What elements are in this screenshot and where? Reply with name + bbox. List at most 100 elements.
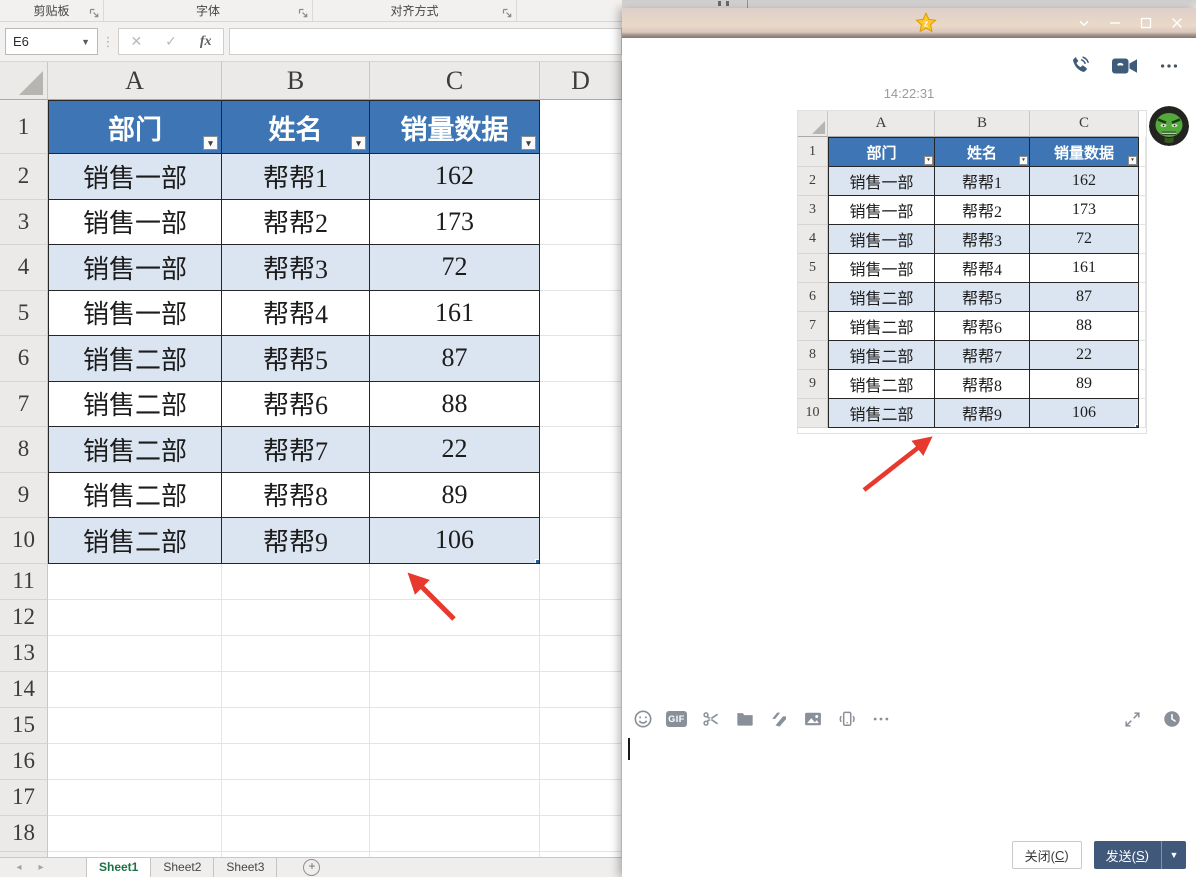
cell[interactable] (370, 635, 540, 672)
video-call-icon[interactable] (1111, 56, 1138, 81)
cell[interactable] (540, 100, 622, 154)
cell[interactable] (1139, 341, 1146, 370)
toolbar-more-icon[interactable] (870, 709, 891, 730)
cell[interactable]: 帮帮6 (222, 381, 370, 427)
cell[interactable] (370, 671, 540, 708)
row-header-1[interactable]: 1 (0, 100, 48, 154)
cell[interactable]: 姓名 ▾ (935, 137, 1030, 167)
filter-button[interactable]: ▾ (203, 136, 218, 150)
row-header-8[interactable]: 8 (0, 427, 48, 473)
window-shake-icon[interactable] (836, 709, 857, 730)
cell[interactable]: 帮帮1 (222, 154, 370, 200)
cell[interactable]: 162 (1030, 167, 1139, 196)
cell[interactable] (1139, 137, 1146, 167)
cell[interactable]: 88 (370, 381, 540, 427)
dialog-launcher-icon[interactable] (502, 8, 513, 19)
cell[interactable]: 销售一部 (48, 154, 222, 200)
sheet-nav-next-icon[interactable]: ▸ (30, 862, 52, 873)
cell[interactable] (1139, 312, 1146, 341)
row-header-12[interactable]: 12 (0, 599, 48, 636)
cell[interactable] (48, 671, 222, 708)
column-header-D[interactable]: D (540, 62, 622, 100)
voice-call-icon[interactable] (1068, 54, 1091, 82)
cell[interactable] (1139, 399, 1146, 428)
avatar[interactable] (1149, 106, 1189, 146)
row-header-3[interactable]: 3 (798, 196, 828, 225)
cell[interactable]: 帮帮1 (935, 167, 1030, 196)
cell[interactable] (222, 779, 370, 816)
insert-function-icon[interactable]: fx (200, 34, 212, 50)
cell[interactable]: 87 (1030, 283, 1139, 312)
cell[interactable]: 部门 ▾ (48, 100, 222, 154)
cell[interactable]: 帮帮2 (222, 199, 370, 245)
cell[interactable]: 161 (1030, 254, 1139, 283)
cell[interactable] (1139, 167, 1146, 196)
cell[interactable]: 帮帮8 (222, 472, 370, 518)
collapse-chevron-icon[interactable] (1068, 8, 1099, 38)
cell[interactable]: 销售二部 (48, 427, 222, 473)
screenshot-scissors-icon[interactable] (700, 709, 721, 730)
cell[interactable]: 销售二部 (828, 370, 935, 399)
cell[interactable] (1139, 196, 1146, 225)
maximize-icon[interactable] (1130, 8, 1161, 38)
dialog-launcher-icon[interactable] (298, 8, 309, 19)
filter-button[interactable]: ▾ (351, 136, 366, 150)
send-button[interactable]: 发送(S) (1094, 841, 1161, 869)
row-header-11[interactable]: 11 (0, 563, 48, 600)
cell[interactable]: 销售二部 (48, 472, 222, 518)
cell[interactable] (222, 815, 370, 852)
cell[interactable] (540, 199, 622, 245)
cell[interactable]: 87 (370, 336, 540, 382)
cell[interactable] (48, 707, 222, 744)
cell[interactable]: 销量数据 ▾ (1030, 137, 1139, 167)
cell[interactable]: 72 (370, 245, 540, 291)
column-header-A[interactable]: A (48, 62, 222, 100)
message-image[interactable]: A B C 1 部门 ▾ 姓名 ▾ 销量数据 ▾ 2 销售一部 帮帮1 162 3 销售一部 帮帮2 173 4 销售… (797, 110, 1147, 434)
close-chat-button[interactable]: 关闭(C) (1011, 841, 1082, 869)
cell[interactable] (48, 779, 222, 816)
name-box[interactable]: E6 ▼ (5, 28, 98, 55)
expand-window-icon[interactable] (1122, 709, 1143, 730)
cell[interactable]: 部门 ▾ (828, 137, 935, 167)
cell[interactable]: 销售一部 (48, 290, 222, 336)
cell[interactable] (1139, 254, 1146, 283)
row-header-5[interactable]: 5 (798, 254, 828, 283)
row-header-9[interactable]: 9 (798, 370, 828, 399)
send-picture-icon[interactable] (802, 709, 823, 730)
cell[interactable] (540, 671, 622, 708)
cell[interactable] (370, 743, 540, 780)
cell[interactable]: 22 (1030, 341, 1139, 370)
cell[interactable]: 销售二部 (48, 381, 222, 427)
more-options-icon[interactable] (1158, 55, 1180, 82)
cell[interactable] (48, 743, 222, 780)
row-header-7[interactable]: 7 (0, 381, 48, 427)
row-header-2[interactable]: 2 (0, 154, 48, 200)
chat-title-bar[interactable]: z (622, 8, 1196, 38)
cell[interactable]: 销售二部 (48, 336, 222, 382)
cell[interactable] (540, 381, 622, 427)
row-header-3[interactable]: 3 (0, 199, 48, 245)
cell[interactable]: 帮帮3 (935, 225, 1030, 254)
row-header-10[interactable]: 10 (798, 399, 828, 428)
cell[interactable] (540, 290, 622, 336)
cell[interactable]: 销售二部 (828, 312, 935, 341)
cell[interactable] (540, 779, 622, 816)
row-header-1[interactable]: 1 (798, 137, 828, 167)
cell[interactable]: 帮帮9 (935, 399, 1030, 428)
row-header-6[interactable]: 6 (798, 283, 828, 312)
sheet-tab-sheet1[interactable]: Sheet1 (87, 858, 152, 877)
close-icon[interactable] (1161, 8, 1192, 38)
cell[interactable]: 销量数据 ▾ (370, 100, 540, 154)
cell[interactable]: 173 (370, 199, 540, 245)
cell[interactable] (48, 635, 222, 672)
cell[interactable]: 72 (1030, 225, 1139, 254)
cell[interactable]: 帮帮5 (222, 336, 370, 382)
cell[interactable]: 帮帮2 (935, 196, 1030, 225)
emoji-icon[interactable] (632, 709, 653, 730)
column-header-C[interactable]: C (370, 62, 540, 100)
minimize-icon[interactable] (1099, 8, 1130, 38)
cell[interactable]: 帮帮3 (222, 245, 370, 291)
cell[interactable]: 89 (370, 472, 540, 518)
cell[interactable]: 帮帮7 (222, 427, 370, 473)
sheet-tab-sheet2[interactable]: Sheet2 (151, 858, 215, 877)
